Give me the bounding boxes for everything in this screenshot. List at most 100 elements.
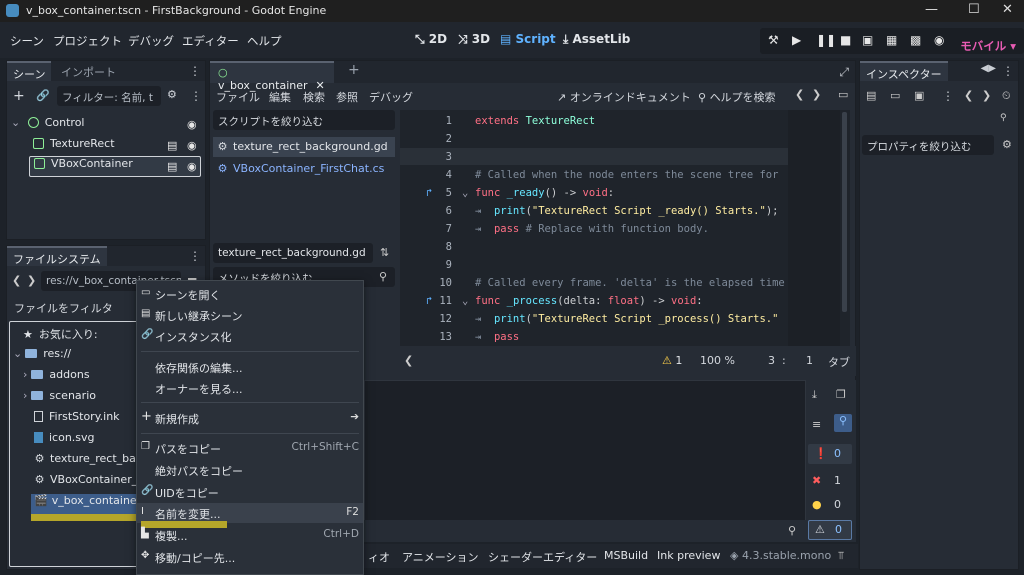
workspace-3d[interactable]: ⤨ 3D xyxy=(458,32,490,47)
output-log[interactable] xyxy=(364,380,806,540)
workspace-assetlib[interactable]: ⤓ AssetLib xyxy=(563,32,630,47)
scene-more-icon[interactable]: ⋮ xyxy=(190,89,202,103)
menu-item-move-copy[interactable]: ✥ 移動/コピー先... xyxy=(137,547,363,567)
inspector-more-icon[interactable]: ⋮ xyxy=(942,89,954,103)
menu-item-instantiate[interactable]: 🔗 インスタンス化 xyxy=(137,326,363,346)
file-filter-input[interactable]: ファイルをフィルタ xyxy=(9,296,139,316)
copy-output-icon[interactable]: ❐ xyxy=(836,388,846,401)
file-row-vbox-cs[interactable]: ⚙ VBoxContainer_FirstChat.cs xyxy=(34,473,136,493)
vertical-scrollbar[interactable] xyxy=(842,112,847,312)
close-button[interactable]: ✕ xyxy=(1002,2,1013,17)
remote-debug-icon[interactable]: ▣ xyxy=(862,33,873,47)
prev-dock-icon[interactable]: ◀▶ xyxy=(981,63,996,74)
script-item-vbox-cs[interactable]: ⚙ VBoxContainer_FirstChat.cs xyxy=(213,159,395,179)
stop-icon[interactable]: ■ xyxy=(840,33,851,47)
indent-mode[interactable]: タブ xyxy=(828,354,850,370)
renderer-selector[interactable]: モバイル ▾ xyxy=(960,38,1016,54)
collapse-icon[interactable]: ≡ xyxy=(812,418,821,431)
movie-maker-icon[interactable]: ◉ xyxy=(934,33,944,47)
add-tab-icon[interactable]: + xyxy=(342,59,366,79)
prev-script-icon[interactable]: ❮ xyxy=(795,88,804,101)
play-scene-icon[interactable]: ▦ xyxy=(886,33,897,47)
tab-audio[interactable]: ィオ xyxy=(368,549,390,565)
tab-scene[interactable]: シーン xyxy=(7,61,52,81)
menu-item-view-owners[interactable]: オーナーを見る... xyxy=(137,378,363,398)
back-icon[interactable]: ❮ xyxy=(964,89,973,102)
file-row-icon-svg[interactable]: icon.svg xyxy=(34,431,95,451)
menu-item-open-scene[interactable]: ▭ シーンを開く xyxy=(137,284,363,304)
tab-import[interactable]: インポート xyxy=(55,61,122,81)
minimize-button[interactable]: — xyxy=(925,2,938,17)
menu-item-edit-dependencies[interactable]: 依存関係の編集... xyxy=(137,357,363,377)
clear-output-icon[interactable]: ⤓ xyxy=(812,388,817,402)
visibility-icon[interactable]: ◉ xyxy=(187,160,197,173)
build-icon[interactable]: ⚒ xyxy=(768,33,779,47)
menu-item-copy-uid[interactable]: 🔗 UIDをコピー xyxy=(137,482,363,502)
play-icon[interactable]: ▶ xyxy=(792,33,801,47)
open-folder-icon[interactable]: ▭ xyxy=(890,89,900,102)
scene-filter-input[interactable]: フィルター: 名前, t xyxy=(57,86,161,106)
tab-v-box-container[interactable]: ○ v_box_container ✕ xyxy=(210,61,334,92)
sort-icon[interactable]: ⇅ xyxy=(380,246,389,259)
favorites-row[interactable]: ★ お気に入り: xyxy=(23,326,98,346)
error-filter-toggle[interactable]: ❗ 0 xyxy=(808,444,852,464)
script-attached-icon[interactable]: ▤ xyxy=(167,139,177,152)
add-node-icon[interactable]: + xyxy=(13,88,25,104)
docs-icon[interactable]: ⚲ xyxy=(1000,113,1007,123)
menu-item-new-inherited[interactable]: ▤ 新しい継承シーン xyxy=(137,305,363,325)
menu-help[interactable]: ヘルプ xyxy=(247,33,282,49)
more-icon[interactable]: ⋮ xyxy=(189,64,201,78)
tab-filesystem[interactable]: ファイルシステム xyxy=(7,246,107,266)
pause-icon[interactable]: ❚❚ xyxy=(816,33,836,47)
maximize-button[interactable]: ☐ xyxy=(968,2,980,17)
minimap[interactable] xyxy=(788,110,840,346)
file-row-addons[interactable]: › addons xyxy=(23,368,90,388)
menu-debug[interactable]: デバッグ xyxy=(369,89,413,105)
toggle-panel-icon[interactable]: ▭ xyxy=(838,88,848,101)
new-resource-icon[interactable]: ▤ xyxy=(866,89,876,102)
script-filter-input[interactable]: スクリプトを絞り込む xyxy=(213,110,395,130)
menu-editor[interactable]: エディター xyxy=(182,33,239,49)
forward-icon[interactable]: ❯ xyxy=(982,89,991,102)
menu-item-duplicate[interactable]: ▙ 複製... Ctrl+D xyxy=(137,525,363,545)
editor-filter-toggle[interactable]: ⚠ 0 xyxy=(808,520,852,540)
code-editor[interactable]: 1 extends TextureRect 2 3 4 # Called when … xyxy=(400,110,850,346)
file-row-texture-script[interactable]: ⚙ texture_rect_background.gd xyxy=(34,452,136,472)
warning-icon[interactable]: ⚠ 1 xyxy=(662,354,682,367)
menu-scene[interactable]: シーン xyxy=(10,33,44,49)
file-row-scenario[interactable]: › scenario xyxy=(23,389,96,409)
tools-icon[interactable]: ⚙ xyxy=(1002,138,1012,151)
close-circle-icon[interactable]: ✖ xyxy=(812,474,821,487)
menu-search[interactable]: 検索 xyxy=(303,89,325,105)
tab-msbuild[interactable]: MSBuild xyxy=(604,549,648,562)
play-custom-scene-icon[interactable]: ▩ xyxy=(910,33,921,47)
visibility-icon[interactable]: ◉ xyxy=(187,118,197,131)
visibility-icon[interactable]: ◉ xyxy=(187,139,197,152)
more-icon[interactable]: ⋮ xyxy=(189,249,201,263)
more-icon[interactable]: ⋮ xyxy=(1002,64,1014,78)
menu-debug[interactable]: デバッグ xyxy=(128,33,174,49)
forward-icon[interactable]: ❯ xyxy=(27,274,36,287)
distraction-free-icon[interactable]: ⤢ xyxy=(839,65,849,80)
filter-options-icon[interactable]: ⚙ xyxy=(167,88,177,101)
file-row-firststory[interactable]: FirstStory.ink xyxy=(34,410,120,430)
help-search-button[interactable]: ⚲ ヘルプを検索 xyxy=(698,89,776,105)
workspace-script[interactable]: ▤ Script xyxy=(500,32,556,46)
filter-search-icon[interactable]: ⚲ xyxy=(834,414,852,432)
menu-goto[interactable]: 参照 xyxy=(336,89,358,105)
menu-project[interactable]: プロジェクト xyxy=(53,33,122,49)
script-item-texture-rect[interactable]: ⚙ texture_rect_background.gd xyxy=(213,137,395,157)
menu-item-create-new[interactable]: + 新規作成 ➔ xyxy=(137,408,363,428)
next-script-icon[interactable]: ❯ xyxy=(812,88,821,101)
file-row-vbox-tscn[interactable]: 🎬v_box_container.tscn xyxy=(31,494,137,514)
signal-connection-icon[interactable]: ↱ xyxy=(426,187,432,199)
zoom-level[interactable]: 100 % xyxy=(700,354,735,367)
tab-shader-editor[interactable]: シェーダーエディター xyxy=(488,549,597,565)
menu-edit[interactable]: 編集 xyxy=(269,89,291,105)
save-icon[interactable]: ▣ xyxy=(914,89,924,102)
property-filter-input[interactable]: プロパティを絞り込む xyxy=(862,135,994,155)
search-icon[interactable]: ⚲ xyxy=(788,524,796,537)
menu-item-copy-path[interactable]: ❐ パスをコピー Ctrl+Shift+C xyxy=(137,438,363,458)
toggle-scripts-panel-icon[interactable]: ❮ xyxy=(404,354,413,367)
signal-connection-icon[interactable]: ↱ xyxy=(426,295,432,307)
